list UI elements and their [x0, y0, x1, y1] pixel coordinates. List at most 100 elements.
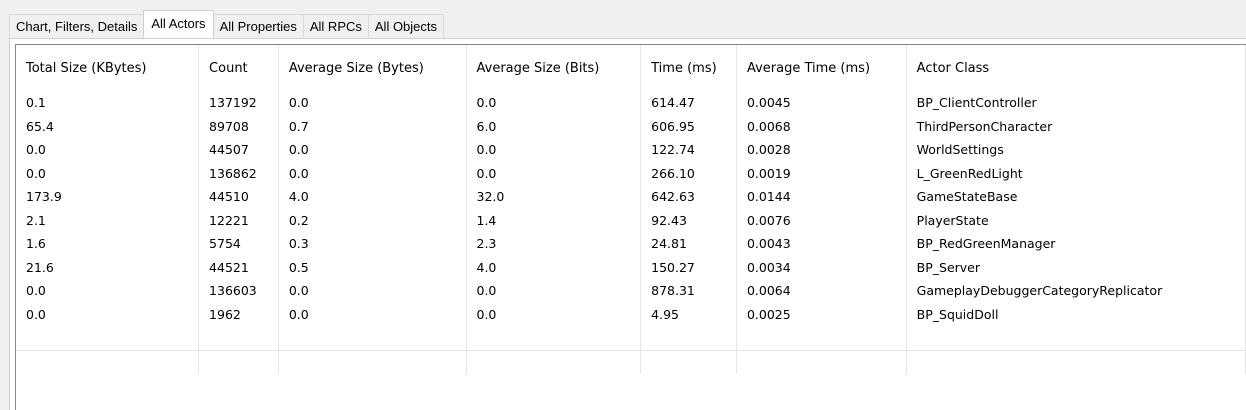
cell-average-time: 0.0043 — [736, 232, 907, 256]
column-header-average-size-bytes[interactable]: Average Size (Bytes) — [278, 45, 467, 91]
cell-actor-class: GameStateBase — [906, 185, 1246, 209]
cell-average-size-bits: 0.0 — [466, 161, 642, 185]
column-header-time[interactable]: Time (ms) — [640, 45, 737, 91]
cell-count: 44507 — [198, 138, 279, 162]
cell-average-size-bytes: 0.0 — [278, 161, 467, 185]
cell-actor-class: GameplayDebuggerCategoryReplicator — [906, 279, 1246, 303]
cell-count: 44510 — [198, 185, 279, 209]
table-row[interactable]: 0.0 1962 0.0 0.0 4.95 0.0025 BP_SquidDoll — [16, 302, 1246, 326]
actors-list-view[interactable]: Total Size (KBytes) Count Average Size (… — [15, 44, 1246, 410]
cell-average-size-bytes: 0.0 — [278, 279, 467, 303]
table-row[interactable]: 0.1 137192 0.0 0.0 614.47 0.0045 BP_ClientCont… — [16, 91, 1246, 115]
cell-actor-class: BP_Server — [906, 255, 1246, 279]
cell-count: 44521 — [198, 255, 279, 279]
table-row[interactable]: 1.6 5754 0.3 2.3 24.81 0.0043 BP_RedGreenManag… — [16, 232, 1246, 256]
empty-cell — [278, 326, 467, 351]
column-header-count[interactable]: Count — [198, 45, 279, 91]
cell-average-size-bytes: 0.3 — [278, 232, 467, 256]
cell-count: 5754 — [198, 232, 279, 256]
tab-all-properties[interactable]: All Properties — [212, 14, 304, 38]
empty-cell — [466, 350, 642, 374]
tab-strip: Chart, Filters, Details All Actors All P… — [9, 10, 445, 38]
cell-actor-class: L_GreenRedLight — [906, 161, 1246, 185]
cell-average-time: 0.0064 — [736, 279, 907, 303]
table-row[interactable]: 0.0 136603 0.0 0.0 878.31 0.0064 GameplayDebug… — [16, 279, 1246, 303]
tab-all-actors[interactable]: All Actors — [143, 10, 214, 38]
cell-time: 606.95 — [640, 114, 737, 138]
cell-average-size-bits: 4.0 — [466, 255, 642, 279]
cell-average-size-bits: 2.3 — [466, 232, 642, 256]
cell-total-size: 0.0 — [16, 138, 200, 162]
cell-count: 1962 — [198, 302, 279, 326]
empty-cell — [906, 350, 1246, 374]
column-header-total-size[interactable]: Total Size (KBytes) — [16, 45, 200, 91]
empty-cell — [640, 350, 737, 374]
table-row[interactable]: 173.9 44510 4.0 32.0 642.63 0.0144 GameStateBa… — [16, 185, 1246, 209]
cell-total-size: 65.4 — [16, 114, 200, 138]
cell-total-size: 173.9 — [16, 185, 200, 209]
cell-average-size-bytes: 0.2 — [278, 208, 467, 232]
tab-panel: Total Size (KBytes) Count Average Size (… — [9, 38, 1246, 410]
table-row[interactable]: 0.0 136862 0.0 0.0 266.10 0.0019 L_GreenRedLig… — [16, 161, 1246, 185]
empty-row — [16, 350, 1246, 374]
cell-count: 12221 — [198, 208, 279, 232]
cell-total-size: 0.0 — [16, 302, 200, 326]
cell-average-time: 0.0144 — [736, 185, 907, 209]
window: Chart, Filters, Details All Actors All P… — [0, 0, 1246, 410]
table-row[interactable]: 21.6 44521 0.5 4.0 150.27 0.0034 BP_Server — [16, 255, 1246, 279]
cell-actor-class: BP_RedGreenManager — [906, 232, 1246, 256]
cell-average-size-bits: 32.0 — [466, 185, 642, 209]
cell-time: 878.31 — [640, 279, 737, 303]
empty-cell — [198, 326, 279, 351]
tab-all-rpcs[interactable]: All RPCs — [302, 14, 369, 38]
empty-cell — [466, 326, 642, 351]
cell-average-size-bytes: 0.0 — [278, 138, 467, 162]
empty-cell — [736, 350, 907, 374]
cell-time: 92.43 — [640, 208, 737, 232]
tab-all-objects[interactable]: All Objects — [367, 14, 445, 38]
column-header-average-size-bits[interactable]: Average Size (Bits) — [466, 45, 642, 91]
actors-table: Total Size (KBytes) Count Average Size (… — [16, 45, 1246, 374]
cell-average-time: 0.0068 — [736, 114, 907, 138]
cell-time: 266.10 — [640, 161, 737, 185]
empty-cell — [16, 350, 200, 374]
cell-average-size-bits: 6.0 — [466, 114, 642, 138]
cell-total-size: 0.1 — [16, 91, 200, 115]
cell-actor-class: BP_ClientController — [906, 91, 1246, 115]
cell-average-time: 0.0034 — [736, 255, 907, 279]
cell-average-time: 0.0045 — [736, 91, 907, 115]
cell-average-time: 0.0025 — [736, 302, 907, 326]
cell-total-size: 21.6 — [16, 255, 200, 279]
cell-time: 614.47 — [640, 91, 737, 115]
cell-total-size: 0.0 — [16, 161, 200, 185]
cell-average-size-bytes: 0.0 — [278, 91, 467, 115]
cell-average-size-bits: 0.0 — [466, 91, 642, 115]
cell-total-size: 1.6 — [16, 232, 200, 256]
cell-count: 137192 — [198, 91, 279, 115]
cell-count: 136603 — [198, 279, 279, 303]
cell-average-size-bits: 0.0 — [466, 302, 642, 326]
table-row[interactable]: 65.4 89708 0.7 6.0 606.95 0.0068 ThirdPersonCh… — [16, 114, 1246, 138]
empty-cell — [278, 350, 467, 374]
cell-average-size-bytes: 4.0 — [278, 185, 467, 209]
cell-actor-class: PlayerState — [906, 208, 1246, 232]
cell-total-size: 0.0 — [16, 279, 200, 303]
empty-cell — [198, 350, 279, 374]
cell-average-size-bits: 0.0 — [466, 279, 642, 303]
table-row[interactable]: 2.1 12221 0.2 1.4 92.43 0.0076 PlayerState — [16, 208, 1246, 232]
column-header-average-time[interactable]: Average Time (ms) — [736, 45, 907, 91]
cell-time: 642.63 — [640, 185, 737, 209]
empty-cell — [16, 326, 200, 351]
cell-average-size-bytes: 0.7 — [278, 114, 467, 138]
empty-cell — [640, 326, 737, 351]
column-header-actor-class[interactable]: Actor Class — [906, 45, 1246, 91]
cell-time: 122.74 — [640, 138, 737, 162]
cell-count: 136862 — [198, 161, 279, 185]
empty-cell — [906, 326, 1246, 351]
cell-average-time: 0.0076 — [736, 208, 907, 232]
empty-cell — [736, 326, 907, 351]
table-body: 0.1 137192 0.0 0.0 614.47 0.0045 BP_ClientCont… — [16, 91, 1246, 374]
header-row: Total Size (KBytes) Count Average Size (… — [16, 45, 1246, 91]
table-row[interactable]: 0.0 44507 0.0 0.0 122.74 0.0028 WorldSettings — [16, 138, 1246, 162]
tab-chart-filters-details[interactable]: Chart, Filters, Details — [9, 14, 145, 38]
